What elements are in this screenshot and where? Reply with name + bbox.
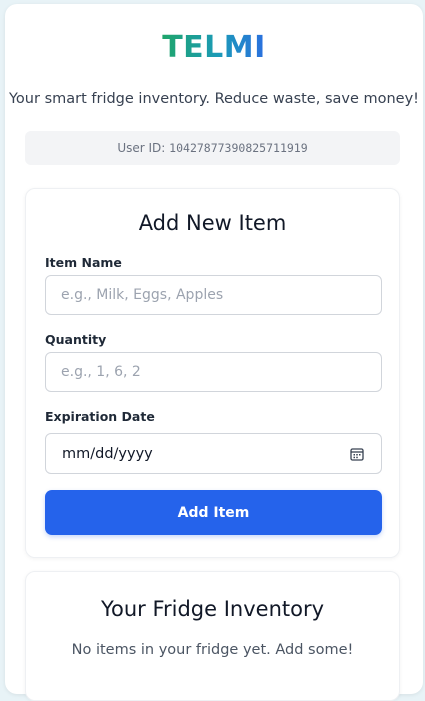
item-name-input[interactable]	[45, 275, 382, 315]
quantity-label: Quantity	[45, 332, 107, 347]
item-name-label: Item Name	[45, 255, 122, 270]
logo-text: TELMI	[162, 30, 266, 65]
inventory-title: Your Fridge Inventory	[100, 597, 325, 621]
expiration-date-input[interactable]: mm/dd/yyyy	[45, 433, 382, 474]
app-container: TELMI Your smart fridge inventory. Reduc…	[5, 4, 423, 701]
user-id-value: 10427877390825711919	[169, 141, 308, 155]
tagline: Your smart fridge inventory. Reduce wast…	[9, 91, 419, 107]
app-logo: TELMI	[5, 30, 423, 65]
inventory-card: Your Fridge Inventory No items in your f…	[25, 571, 400, 701]
add-item-button[interactable]: Add Item	[45, 490, 382, 535]
expiration-date-value: mm/dd/yyyy	[62, 446, 153, 462]
empty-inventory-message: No items in your fridge yet. Add some!	[71, 642, 354, 658]
add-item-title: Add New Item	[138, 211, 287, 235]
user-id-box: User ID: 10427877390825711919	[25, 131, 400, 165]
user-id-label: User ID:	[117, 141, 166, 155]
calendar-icon[interactable]	[350, 447, 364, 461]
add-item-card: Add New Item Item Name Quantity Expirati…	[25, 188, 400, 558]
expiration-date-label: Expiration Date	[45, 409, 155, 424]
quantity-input[interactable]	[45, 352, 382, 392]
